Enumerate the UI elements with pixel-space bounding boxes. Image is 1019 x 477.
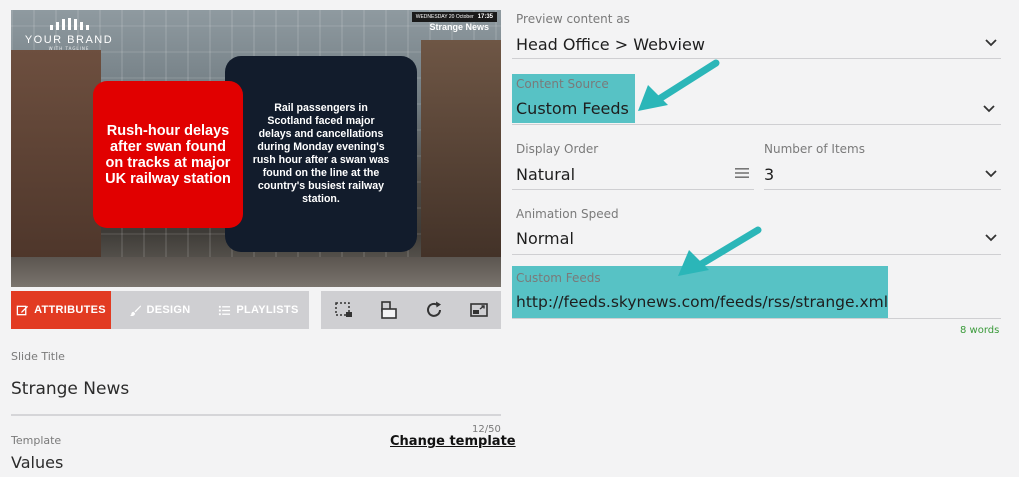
- custom-feeds-label: Custom Feeds: [516, 271, 601, 285]
- change-template-link[interactable]: Change template: [390, 434, 516, 449]
- display-order-select[interactable]: Natural: [516, 165, 575, 184]
- chevron-down-icon[interactable]: [983, 105, 995, 113]
- tab-design[interactable]: DESIGN: [111, 291, 208, 329]
- number-of-items-select[interactable]: 3: [764, 165, 774, 184]
- number-of-items-label: Number of Items: [764, 142, 865, 156]
- animation-speed-select[interactable]: Normal: [516, 229, 574, 248]
- preview-as-label: Preview content as: [516, 12, 630, 26]
- preview-headline-box: Rush-hour delays after swan found on tra…: [93, 81, 243, 228]
- layers-icon: [380, 301, 397, 319]
- drag-handle-icon[interactable]: [735, 167, 749, 179]
- preview-as-select[interactable]: Head Office > Webview: [516, 35, 705, 54]
- animation-speed-label: Animation Speed: [516, 207, 619, 221]
- preview-body: Rail passengers in Scotland faced major …: [252, 102, 390, 205]
- crop-frame-button[interactable]: [332, 298, 356, 322]
- template-value: Values: [11, 453, 64, 472]
- list-icon: [219, 305, 231, 315]
- tab-attributes-label: ATTRIBUTES: [34, 304, 106, 316]
- slide-preview: YOUR BRAND WITH TAGLINE WEDNESDAY 20 Oct…: [11, 10, 501, 287]
- brush-icon: [129, 304, 141, 316]
- slide-title-label: Slide Title: [11, 350, 65, 363]
- preview-date: WEDNESDAY 20 October: [415, 14, 474, 20]
- resize-button[interactable]: [467, 298, 491, 322]
- tab-design-label: DESIGN: [146, 304, 191, 316]
- preview-as-underline: [512, 58, 1001, 59]
- preview-body-box: Rail passengers in Scotland faced major …: [225, 56, 417, 252]
- slide-title-underline: [11, 414, 501, 416]
- annotation-arrow: [678, 226, 762, 276]
- preview-feed-title: Strange News: [429, 22, 489, 32]
- content-source-underline: [512, 124, 1001, 125]
- number-of-items-underline: [764, 189, 1001, 190]
- brand-tagline: WITH TAGLINE: [48, 46, 90, 51]
- brand-logo: YOUR BRAND WITH TAGLINE: [23, 18, 115, 51]
- display-order-underline: [512, 189, 754, 190]
- annotation-arrow: [638, 59, 720, 111]
- refresh-icon: [426, 301, 441, 317]
- editor-tabs: ATTRIBUTES DESIGN PLAYLISTS: [11, 291, 309, 329]
- preview-time: 17:35: [477, 14, 493, 20]
- content-source-select[interactable]: Custom Feeds: [516, 99, 629, 118]
- resize-icon: [469, 303, 488, 317]
- brand-logo-icon: [23, 18, 115, 30]
- tab-playlists-label: PLAYLISTS: [236, 304, 299, 316]
- crop-frame-icon: [334, 302, 352, 317]
- preview-headline: Rush-hour delays after swan found on tra…: [105, 122, 231, 187]
- display-order-label: Display Order: [516, 142, 599, 156]
- tab-attributes[interactable]: ATTRIBUTES: [11, 291, 111, 329]
- custom-feeds-underline: [512, 318, 1001, 319]
- word-count: 8 words: [960, 325, 1000, 336]
- brand-name: YOUR BRAND: [24, 34, 114, 46]
- preview-building-left: [11, 50, 101, 287]
- preview-clock-bar: WEDNESDAY 20 October 17:35: [411, 12, 497, 22]
- tab-playlists[interactable]: PLAYLISTS: [208, 291, 309, 329]
- preview-building-right: [421, 40, 501, 287]
- chevron-down-icon[interactable]: [985, 234, 997, 242]
- layers-button[interactable]: [377, 298, 401, 322]
- slide-title-input[interactable]: Strange News: [11, 379, 129, 399]
- template-label: Template: [11, 434, 62, 447]
- chevron-down-icon[interactable]: [985, 39, 997, 47]
- content-source-label: Content Source: [516, 77, 609, 91]
- chevron-down-icon[interactable]: [985, 170, 997, 178]
- preview-toolbar: [321, 291, 501, 329]
- custom-feeds-input[interactable]: http://feeds.skynews.com/feeds/rss/stran…: [516, 293, 888, 311]
- edit-icon: [16, 305, 29, 315]
- refresh-button[interactable]: [422, 298, 446, 322]
- preview-street: [11, 257, 501, 287]
